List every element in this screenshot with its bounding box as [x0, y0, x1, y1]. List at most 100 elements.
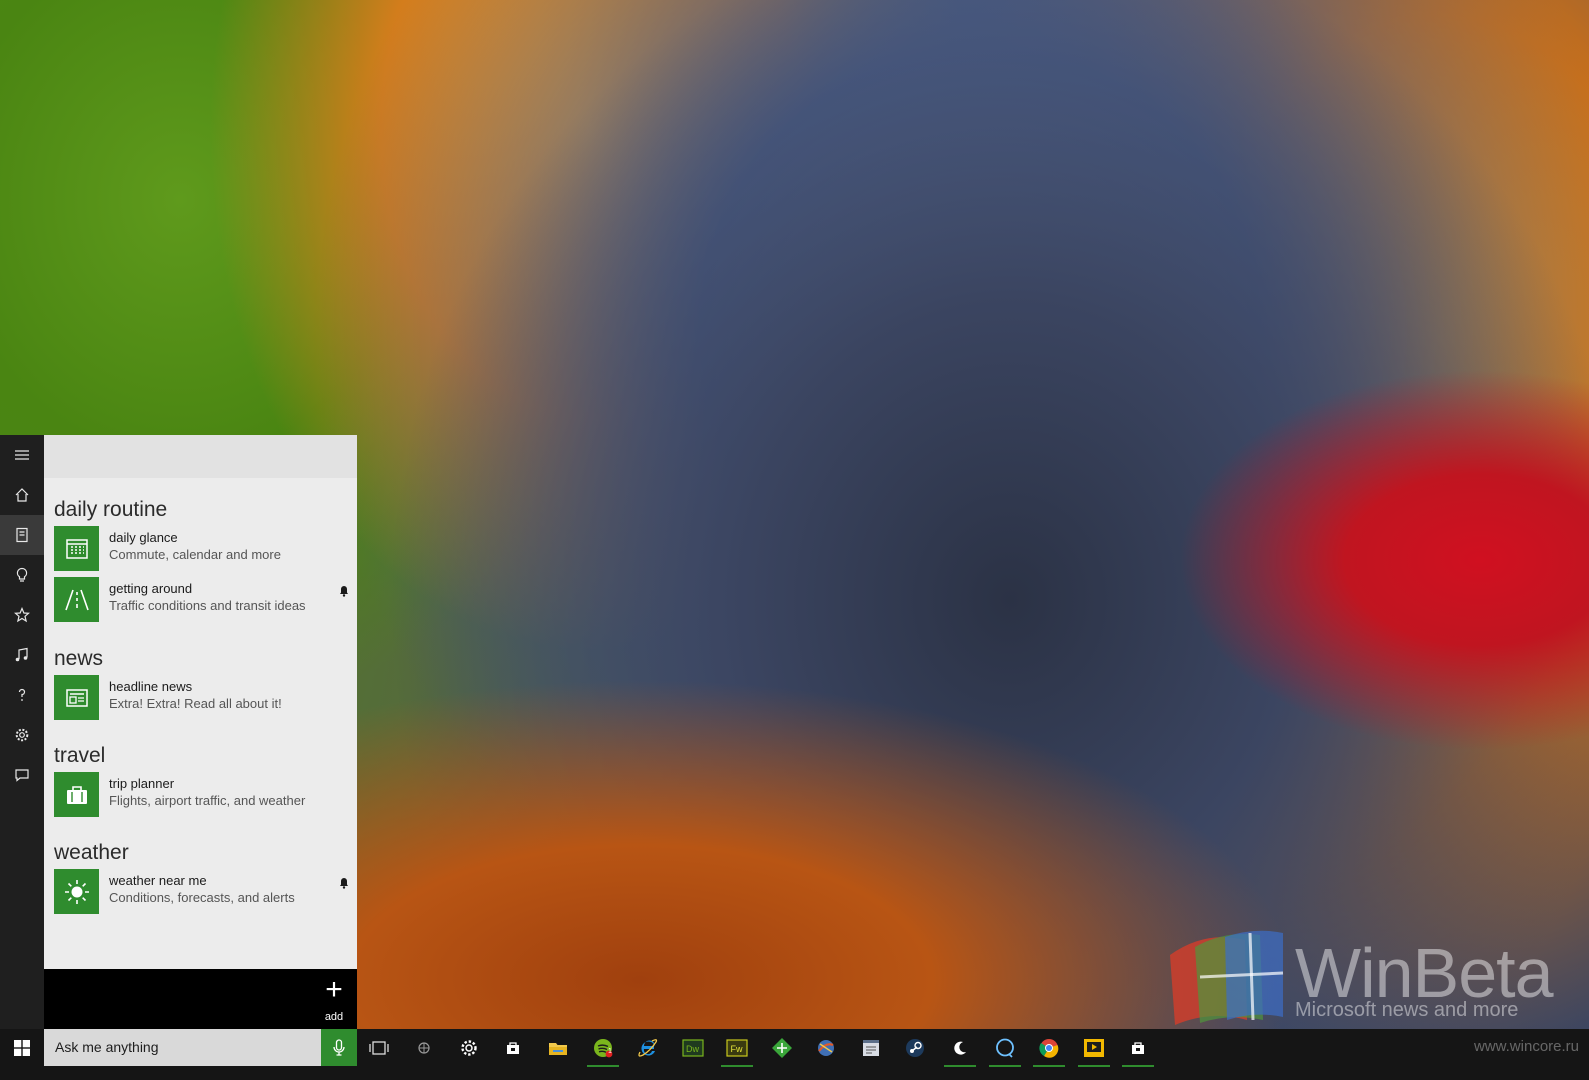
chat-app-icon: [996, 1038, 1014, 1058]
store-icon: [507, 1042, 519, 1054]
feedback-button[interactable]: [0, 755, 44, 795]
running-indicator: [989, 1065, 1021, 1067]
card-getting-around[interactable]: getting around Traffic conditions and tr…: [54, 577, 349, 622]
taskbar-app-file-explorer[interactable]: [538, 1033, 578, 1063]
add-label: add: [324, 1011, 344, 1023]
running-indicator: [721, 1065, 753, 1067]
tile-weather-near-me: [54, 869, 99, 914]
file-explorer-icon: [549, 1043, 567, 1055]
running-indicator: [1078, 1065, 1110, 1067]
card-subtitle: Commute, calendar and more: [109, 547, 281, 562]
taskbar-app-moon[interactable]: [940, 1033, 980, 1067]
network-icon: [418, 1042, 430, 1054]
card-weather-near-me[interactable]: weather near me Conditions, forecasts, a…: [54, 869, 349, 914]
calendar-icon: [65, 538, 88, 559]
taskbar-app-dreamweaver[interactable]: Dw: [673, 1033, 713, 1063]
media-app-icon: [1084, 1039, 1104, 1057]
star-icon: [14, 607, 30, 623]
running-indicator: [587, 1065, 619, 1067]
taskbar-app-chrome[interactable]: [1029, 1033, 1069, 1067]
card-title: getting around: [109, 581, 193, 596]
bell-icon: [340, 586, 348, 597]
cortana-rail: [0, 435, 44, 1029]
taskbar-app-store-2[interactable]: [1118, 1033, 1158, 1067]
music-icon: [15, 647, 28, 662]
card-headline-news[interactable]: headline news Extra! Extra! Read all abo…: [54, 675, 349, 720]
winbeta-watermark: WinBeta Microsoft news and more: [1165, 925, 1554, 1025]
windows-logo-icon: [14, 1039, 30, 1056]
lightbulb-icon: [16, 567, 28, 582]
help-button[interactable]: [0, 675, 44, 715]
card-trip-planner[interactable]: trip planner Flights, airport traffic, a…: [54, 772, 349, 817]
winbeta-logo-icon: [1170, 930, 1284, 1025]
taskbar-app-spotify[interactable]: 1: [583, 1033, 623, 1067]
task-view-icon: [369, 1041, 389, 1055]
settings-button[interactable]: [0, 715, 44, 755]
suitcase-icon: [66, 785, 87, 804]
search-placeholder: Ask me anything: [55, 1039, 159, 1055]
newspaper-icon: [65, 688, 88, 707]
music-button[interactable]: [0, 635, 44, 675]
add-button[interactable]: + add: [319, 975, 349, 1027]
store-icon: [1132, 1042, 1144, 1054]
cortana-notebook-panel: daily routine daily glance Commute, cale…: [44, 435, 357, 969]
taskbar-app-steam[interactable]: [895, 1033, 935, 1063]
running-indicator: [944, 1065, 976, 1067]
card-title: daily glance: [109, 530, 178, 545]
taskbar-app-notepad[interactable]: [851, 1033, 891, 1063]
taskbar-app-fireworks[interactable]: Fw: [717, 1033, 757, 1067]
tile-headline-news: [54, 675, 99, 720]
card-subtitle: Flights, airport traffic, and weather: [109, 793, 306, 808]
notebook-button[interactable]: [0, 515, 44, 555]
tile-trip-planner: [54, 772, 99, 817]
feedback-icon: [15, 769, 29, 782]
bell-icon: [340, 878, 348, 889]
home-icon: [15, 488, 29, 502]
tile-getting-around: [54, 577, 99, 622]
help-icon: [18, 688, 26, 701]
chrome-icon: [1039, 1039, 1059, 1058]
notebook-icon: [16, 527, 28, 543]
card-daily-glance[interactable]: daily glance Commute, calendar and more: [54, 526, 349, 571]
dreamweaver-icon: Dw: [682, 1039, 704, 1057]
cortana-search-box[interactable]: Ask me anything: [44, 1029, 321, 1066]
reminders-button[interactable]: [0, 555, 44, 595]
plus-icon: +: [325, 973, 343, 1006]
running-indicator: [1122, 1065, 1154, 1067]
start-button[interactable]: [0, 1029, 44, 1066]
gear-icon: [15, 728, 29, 742]
taskbar: Ask me anything 1 Dw Fw www.wincore.ru: [0, 1029, 1589, 1080]
watermark-tagline: Microsoft news and more: [1295, 999, 1519, 1021]
hamburger-menu-icon: [15, 450, 29, 460]
taskbar-app-green[interactable]: [762, 1033, 802, 1063]
taskbar-app-browser[interactable]: [806, 1033, 846, 1063]
taskbar-app-internet-explorer[interactable]: [628, 1033, 668, 1063]
road-icon: [64, 589, 89, 610]
section-title-weather: weather: [54, 841, 129, 864]
card-subtitle: Conditions, forecasts, and alerts: [109, 890, 295, 905]
microphone-button[interactable]: [321, 1029, 357, 1066]
browser-app-icon: [818, 1040, 834, 1056]
running-indicator: [1033, 1065, 1065, 1067]
section-title-travel: travel: [54, 744, 106, 767]
card-title: weather near me: [109, 873, 207, 888]
favorites-button[interactable]: [0, 595, 44, 635]
task-view-button[interactable]: [359, 1033, 399, 1063]
hamburger-menu-button[interactable]: [0, 435, 44, 475]
card-subtitle: Traffic conditions and transit ideas: [109, 598, 306, 613]
fireworks-icon: Fw: [726, 1039, 748, 1057]
site-url: www.wincore.ru: [1473, 1038, 1579, 1055]
moon-app-icon: [954, 1041, 966, 1055]
home-button[interactable]: [0, 475, 44, 515]
svg-text:Dw: Dw: [686, 1044, 699, 1054]
internet-explorer-icon: [638, 1039, 658, 1057]
taskbar-app-settings[interactable]: [449, 1033, 489, 1063]
card-title: headline news: [109, 679, 193, 694]
card-title: trip planner: [109, 776, 175, 791]
taskbar-app-media[interactable]: [1074, 1033, 1114, 1067]
notepad-icon: [863, 1040, 879, 1056]
taskbar-app-chat[interactable]: [985, 1033, 1025, 1067]
taskbar-app-store[interactable]: [493, 1033, 533, 1063]
sun-icon: [64, 879, 89, 904]
taskbar-app-network[interactable]: [404, 1033, 444, 1063]
